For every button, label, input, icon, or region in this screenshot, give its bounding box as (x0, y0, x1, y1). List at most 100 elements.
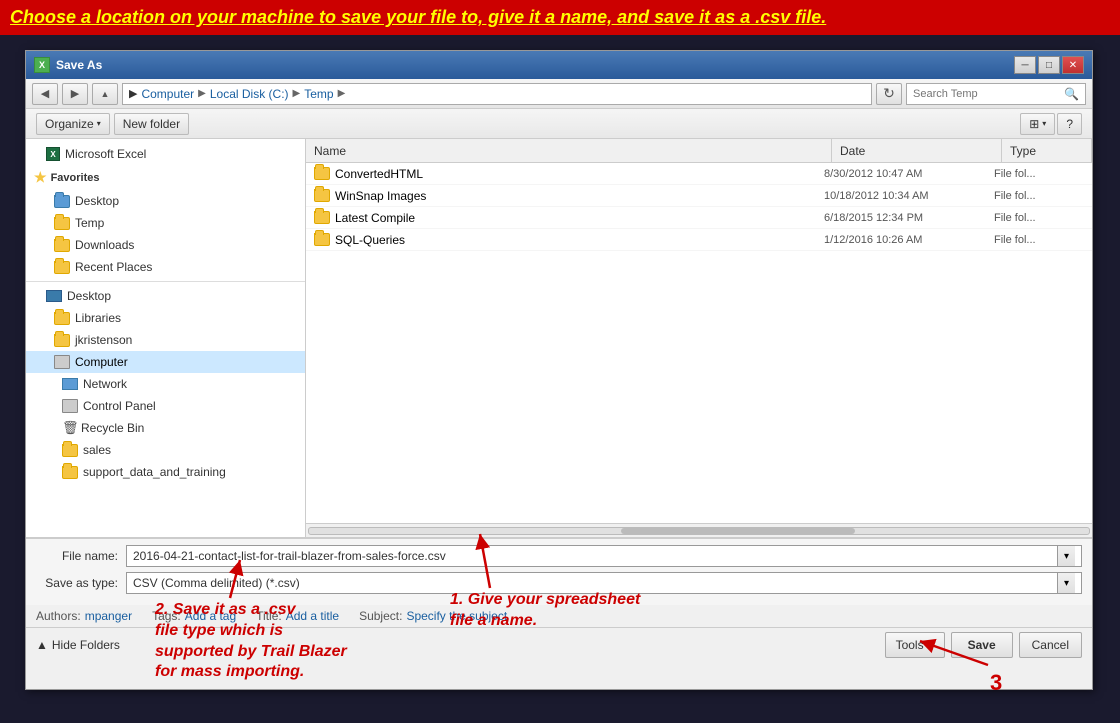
tools-button[interactable]: Tools ▾ (885, 632, 945, 658)
hide-folders-button[interactable]: ▲ Hide Folders (36, 638, 120, 652)
sidebar-item-network[interactable]: Network (26, 373, 305, 395)
saveas-row: Save as type: CSV (Comma delimited) (*.c… (36, 572, 1082, 594)
filename-dropdown[interactable]: ▾ (1057, 546, 1075, 566)
breadcrumb-computer[interactable]: Computer (141, 87, 194, 101)
col-date-header[interactable]: Date (832, 139, 1002, 162)
control-panel-icon (62, 399, 78, 413)
sidebar-divider (26, 281, 305, 282)
breadcrumb-temp[interactable]: Temp (304, 87, 333, 101)
file-list: Name Date Type ConvertedHTML 8/30/2012 1… (306, 139, 1092, 537)
col-type-header[interactable]: Type (1002, 139, 1092, 162)
file-date-cell: 10/18/2012 10:34 AM (824, 190, 994, 202)
save-button[interactable]: Save (951, 632, 1013, 658)
title-value[interactable]: Add a title (286, 609, 339, 623)
horizontal-scrollbar[interactable] (306, 523, 1092, 537)
subject-label: Subject: (359, 609, 402, 623)
folder-icon (314, 189, 330, 202)
sidebar-item-desktop[interactable]: Desktop (26, 285, 305, 307)
views-button[interactable]: ⊞ ▾ (1020, 113, 1055, 135)
views-controls[interactable]: ⊞ ▾ ? (1020, 113, 1082, 135)
sidebar-item-recycle-bin[interactable]: 🗑 Recycle Bin (26, 417, 305, 439)
folder-icon (314, 167, 330, 180)
up-button[interactable]: ▲ (92, 83, 118, 105)
save-as-dialog: X Save As ─ □ ✕ ◀ ▶ ▲ ▶ Computer ▶ Local… (25, 50, 1093, 690)
organize-dropdown-arrow: ▾ (97, 119, 101, 128)
file-name-text: WinSnap Images (335, 189, 426, 203)
title-item: Title: Add a title (256, 609, 339, 623)
search-box[interactable]: 🔍 (906, 83, 1086, 105)
main-content: X Microsoft Excel ★ Favorites Desktop Te… (26, 139, 1092, 537)
temp-folder-icon (54, 217, 70, 230)
sidebar-item-desktop-fav[interactable]: Desktop (26, 190, 305, 212)
instruction-bar: Choose a location on your machine to sav… (0, 0, 1120, 35)
title-label: Title: (256, 609, 282, 623)
file-date-cell: 6/18/2015 12:34 PM (824, 212, 994, 224)
scrollbar-thumb[interactable] (621, 528, 855, 534)
sidebar-item-control-panel[interactable]: Control Panel (26, 395, 305, 417)
file-name-text: Latest Compile (335, 211, 415, 225)
table-row[interactable]: SQL-Queries 1/12/2016 10:26 AM File fol.… (306, 229, 1092, 251)
downloads-folder-icon (54, 239, 70, 252)
breadcrumb-sep-1: ▶ (198, 88, 206, 99)
sidebar-item-jkristenson[interactable]: jkristenson (26, 329, 305, 351)
title-bar: X Save As ─ □ ✕ (26, 51, 1092, 79)
close-button[interactable]: ✕ (1062, 56, 1084, 74)
sidebar-item-support[interactable]: support_data_and_training (26, 461, 305, 483)
bottom-right: Tools ▾ Save Cancel (885, 632, 1082, 658)
star-icon: ★ (34, 169, 47, 186)
folder-icon (314, 211, 330, 224)
file-type-cell: File fol... (994, 212, 1084, 224)
app-icon: X (34, 57, 50, 73)
file-date-cell: 1/12/2016 10:26 AM (824, 234, 994, 246)
table-row[interactable]: ConvertedHTML 8/30/2012 10:47 AM File fo… (306, 163, 1092, 185)
authors-value[interactable]: mpanger (85, 609, 132, 623)
cancel-button[interactable]: Cancel (1019, 632, 1082, 658)
sidebar-item-recent[interactable]: Recent Places (26, 256, 305, 278)
scrollbar-track[interactable] (308, 527, 1090, 535)
libraries-icon (54, 312, 70, 325)
file-list-header: Name Date Type (306, 139, 1092, 163)
filename-input[interactable]: 2016-04-21-contact-list-for-trail-blazer… (126, 545, 1082, 567)
tools-dropdown-arrow: ▾ (928, 638, 934, 652)
minimize-button[interactable]: ─ (1014, 56, 1036, 74)
desktop-fav-icon (54, 195, 70, 208)
sidebar-item-temp[interactable]: Temp (26, 212, 305, 234)
sidebar: X Microsoft Excel ★ Favorites Desktop Te… (26, 139, 306, 537)
refresh-button[interactable]: ↻ (876, 83, 902, 105)
file-name-text: ConvertedHTML (335, 167, 423, 181)
maximize-button[interactable]: □ (1038, 56, 1060, 74)
filename-label: File name: (36, 549, 126, 563)
sidebar-item-libraries[interactable]: Libraries (26, 307, 305, 329)
breadcrumb-arrow: ▶ (129, 87, 137, 100)
subject-value[interactable]: Specify the subject (406, 609, 507, 623)
sidebar-item-computer[interactable]: Computer (26, 351, 305, 373)
file-name-cell: ConvertedHTML (314, 167, 824, 181)
saveas-dropdown[interactable]: ▾ (1057, 573, 1075, 593)
table-row[interactable]: WinSnap Images 10/18/2012 10:34 AM File … (306, 185, 1092, 207)
file-name-text: SQL-Queries (335, 233, 405, 247)
sales-folder-icon (62, 444, 78, 457)
favorites-header: ★ Favorites (26, 165, 305, 190)
breadcrumb-sep-3: ▶ (338, 88, 346, 99)
col-name-header[interactable]: Name (306, 139, 832, 162)
help-button[interactable]: ? (1057, 113, 1082, 135)
forward-button[interactable]: ▶ (62, 83, 88, 105)
sidebar-item-downloads[interactable]: Downloads (26, 234, 305, 256)
sidebar-item-sales[interactable]: sales (26, 439, 305, 461)
tags-value[interactable]: Add a tag (185, 609, 236, 623)
authors-item: Authors: mpanger (36, 609, 132, 623)
saveas-input[interactable]: CSV (Comma delimited) (*.csv) ▾ (126, 572, 1082, 594)
toolbar: Organize ▾ New folder ⊞ ▾ ? (26, 109, 1092, 139)
search-input[interactable] (913, 88, 1060, 100)
organize-button[interactable]: Organize ▾ (36, 113, 110, 135)
table-row[interactable]: Latest Compile 6/18/2015 12:34 PM File f… (306, 207, 1092, 229)
desktop-section-icon (46, 290, 62, 302)
back-button[interactable]: ◀ (32, 83, 58, 105)
subject-item: Subject: Specify the subject (359, 609, 507, 623)
new-folder-button[interactable]: New folder (114, 113, 189, 135)
instruction-text: Choose a location on your machine to sav… (10, 7, 826, 27)
support-folder-icon (62, 466, 78, 479)
file-type-cell: File fol... (994, 234, 1084, 246)
breadcrumb-localdisk[interactable]: Local Disk (C:) (210, 87, 289, 101)
sidebar-item-excel[interactable]: X Microsoft Excel (26, 143, 305, 165)
